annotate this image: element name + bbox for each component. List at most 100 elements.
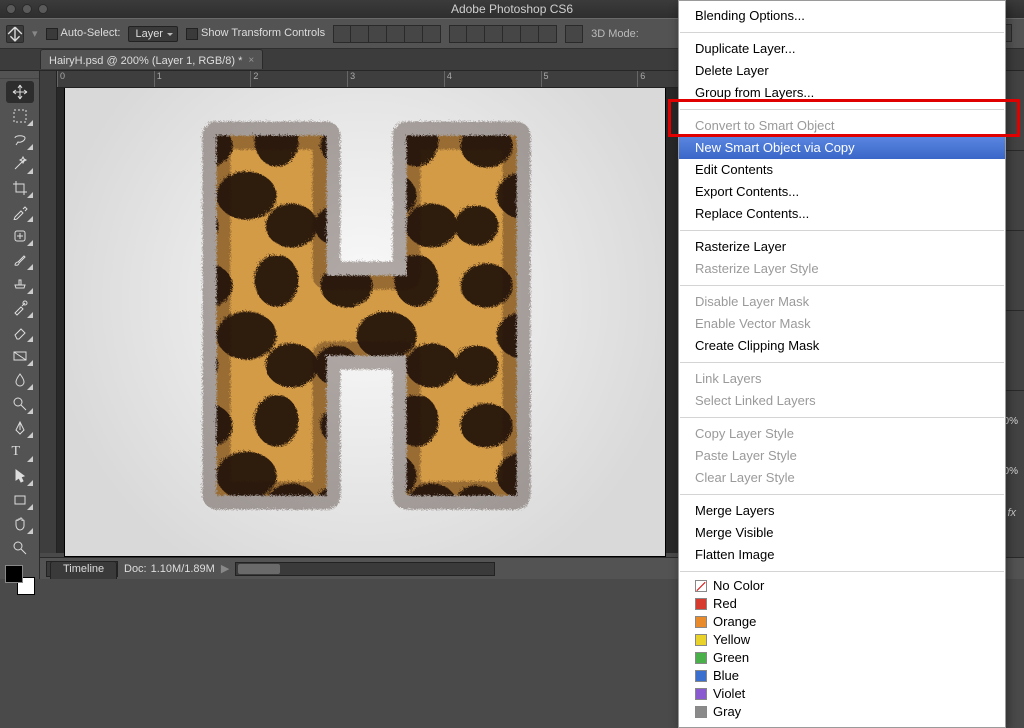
brush-tool[interactable] (6, 249, 34, 271)
color-swatch-icon (695, 652, 707, 664)
color-swatch-icon (695, 580, 707, 592)
document-tab-label: HairyH.psd @ 200% (Layer 1, RGB/8) * (49, 55, 242, 67)
menu-color-item[interactable]: Blue (679, 667, 1005, 685)
hand-tool[interactable] (6, 513, 34, 535)
menu-color-item[interactable]: No Color (679, 577, 1005, 595)
menu-item[interactable]: Blending Options... (679, 5, 1005, 27)
doc-info-chevron-icon[interactable]: ▶ (221, 562, 229, 575)
menu-item: Select Linked Layers (679, 390, 1005, 412)
menu-color-item[interactable]: Gray (679, 703, 1005, 721)
eyedropper-tool[interactable] (6, 201, 34, 223)
ruler-tick: 5 (541, 71, 638, 87)
fx-label: fx (1007, 507, 1016, 519)
clone-stamp-tool[interactable] (6, 273, 34, 295)
eraser-tool[interactable] (6, 321, 34, 343)
show-transform-checkbox[interactable]: Show Transform Controls (186, 27, 325, 39)
pen-tool[interactable] (6, 417, 34, 439)
menu-item[interactable]: Rasterize Layer (679, 236, 1005, 258)
menu-item[interactable]: Replace Contents... (679, 203, 1005, 225)
ruler-tick: 4 (444, 71, 541, 87)
color-swatch-icon (695, 634, 707, 646)
menu-item[interactable]: Create Clipping Mask (679, 335, 1005, 357)
color-swatch-icon (695, 688, 707, 700)
menu-color-item[interactable]: Orange (679, 613, 1005, 631)
menu-separator (680, 494, 1004, 495)
auto-select-mode-dropdown[interactable]: Layer (128, 26, 178, 42)
type-tool[interactable]: T (6, 441, 34, 463)
rectangle-tool[interactable] (6, 489, 34, 511)
ruler-tick: 0 (57, 71, 154, 87)
dodge-tool[interactable] (6, 393, 34, 415)
menu-separator (680, 571, 1004, 572)
healing-brush-tool[interactable] (6, 225, 34, 247)
ruler-tick: 2 (250, 71, 347, 87)
horizontal-scrollbar[interactable] (235, 562, 495, 576)
menu-item[interactable]: New Smart Object via Copy (679, 137, 1005, 159)
menu-item: Clear Layer Style (679, 467, 1005, 489)
artwork-letter-h (175, 114, 555, 514)
document-canvas[interactable] (65, 88, 665, 556)
app-title: Adobe Photoshop CS6 (451, 2, 573, 16)
doc-size-value: 1.10M/1.89M (151, 563, 215, 575)
color-swatch-icon (695, 616, 707, 628)
zoom-tool[interactable] (6, 537, 34, 559)
lasso-tool[interactable] (6, 129, 34, 151)
menu-color-item[interactable]: Violet (679, 685, 1005, 703)
menu-item[interactable]: Merge Visible (679, 522, 1005, 544)
menu-item: Paste Layer Style (679, 445, 1005, 467)
close-tab-icon[interactable]: × (248, 55, 254, 66)
color-swatches[interactable] (5, 565, 35, 595)
menu-item[interactable]: Edit Contents (679, 159, 1005, 181)
menu-color-label: Yellow (713, 632, 750, 648)
menu-color-label: Gray (713, 704, 741, 720)
auto-select-label: Auto-Select: (61, 27, 121, 39)
color-swatch-icon (695, 670, 707, 682)
menu-color-item[interactable]: Red (679, 595, 1005, 613)
menu-item: Disable Layer Mask (679, 291, 1005, 313)
marquee-tool[interactable] (6, 105, 34, 127)
menu-color-label: Green (713, 650, 749, 666)
menu-color-label: Blue (713, 668, 739, 684)
auto-select-checkbox[interactable]: Auto-Select: (46, 27, 121, 39)
menu-item[interactable]: Flatten Image (679, 544, 1005, 566)
timeline-panel-tab[interactable]: Timeline (50, 561, 117, 579)
panel-grip-icon[interactable] (0, 71, 39, 79)
minimize-icon[interactable] (22, 4, 32, 14)
menu-item[interactable]: Merge Layers (679, 500, 1005, 522)
menu-color-label: Orange (713, 614, 756, 630)
color-swatch-icon (695, 706, 707, 718)
menu-separator (680, 32, 1004, 33)
menu-separator (680, 109, 1004, 110)
zoom-icon[interactable] (38, 4, 48, 14)
document-tab[interactable]: HairyH.psd @ 200% (Layer 1, RGB/8) * × (40, 49, 263, 69)
auto-align-button[interactable] (565, 25, 583, 43)
menu-color-item[interactable]: Green (679, 649, 1005, 667)
menu-item[interactable]: Group from Layers... (679, 82, 1005, 104)
menu-separator (680, 417, 1004, 418)
menu-color-label: No Color (713, 578, 764, 594)
close-icon[interactable] (6, 4, 16, 14)
menu-item[interactable]: Duplicate Layer... (679, 38, 1005, 60)
menu-item: Rasterize Layer Style (679, 258, 1005, 280)
ruler-tick: 1 (154, 71, 251, 87)
tool-preset-icon[interactable] (6, 25, 24, 43)
gradient-tool[interactable] (6, 345, 34, 367)
menu-color-label: Red (713, 596, 737, 612)
history-brush-tool[interactable] (6, 297, 34, 319)
distribute-buttons[interactable] (449, 25, 557, 43)
menu-color-item[interactable]: Yellow (679, 631, 1005, 649)
menu-item[interactable]: Delete Layer (679, 60, 1005, 82)
crop-tool[interactable] (6, 177, 34, 199)
ruler-tick: 3 (347, 71, 444, 87)
menu-separator (680, 230, 1004, 231)
align-buttons[interactable] (333, 25, 441, 43)
magic-wand-tool[interactable] (6, 153, 34, 175)
move-tool[interactable] (6, 81, 34, 103)
blur-tool[interactable] (6, 369, 34, 391)
window-controls[interactable] (6, 4, 48, 14)
path-selection-tool[interactable] (6, 465, 34, 487)
menu-item: Enable Vector Mask (679, 313, 1005, 335)
menu-separator (680, 362, 1004, 363)
menu-item[interactable]: Export Contents... (679, 181, 1005, 203)
menu-item: Copy Layer Style (679, 423, 1005, 445)
